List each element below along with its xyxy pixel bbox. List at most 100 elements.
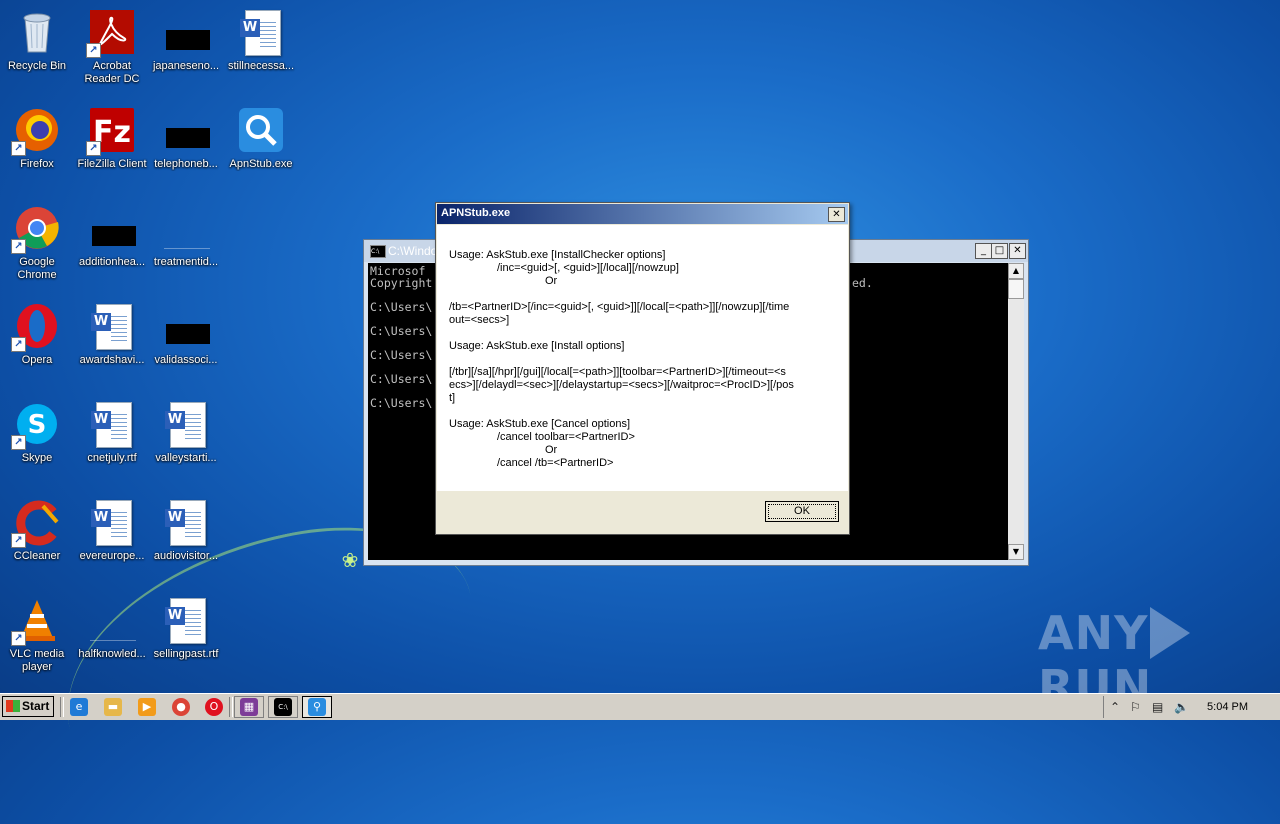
desktop-icon-halfknowled[interactable]: halfknowled... (75, 596, 149, 661)
shortcut-arrow-icon: ↗ (11, 141, 26, 156)
console-icon: C:\ (274, 698, 292, 716)
desktop-icon-treatmentid[interactable]: treatmentid... (149, 204, 223, 269)
desktop-icon-apnstub[interactable]: ApnStub.exe (224, 106, 298, 171)
desktop-icon-recycle-bin[interactable]: Recycle Bin (0, 8, 74, 73)
wallpaper-sprout: ❀ (341, 548, 359, 572)
close-button[interactable]: ✕ (1009, 243, 1026, 259)
skype-icon: S ↗ (11, 400, 61, 450)
action-center-flag-icon[interactable]: ⚐ (1130, 700, 1141, 714)
media-player-icon[interactable]: ▶ (138, 698, 156, 716)
scroll-thumb[interactable] (1008, 279, 1024, 299)
usage-line: /inc=<guid>[, <guid>][/local][/nowzup] (497, 262, 679, 274)
desktop-icon-stillnecessa[interactable]: W stillnecessa... (224, 8, 298, 73)
start-button[interactable]: Start (2, 696, 54, 717)
desktop-icon-label: Google Chrome (17, 256, 57, 281)
desktop-icon-evereurope[interactable]: W evereurope... (75, 498, 149, 563)
console-line: C:\Users\ (370, 396, 433, 410)
dialog-title: APNStub.exe (441, 207, 511, 219)
scroll-down-icon[interactable]: ▼ (1008, 544, 1024, 560)
firefox-icon: ↗ (11, 106, 61, 156)
network-icon[interactable]: ▤ (1152, 700, 1163, 714)
taskbar-separator (60, 697, 64, 717)
desktop-icon-label: additionhea... (78, 256, 146, 268)
filezilla-icon: Fz ↗ (86, 106, 136, 156)
volume-icon[interactable]: 🔈 (1174, 700, 1189, 714)
usage-line: /cancel /tb=<PartnerID> (497, 457, 614, 469)
desktop-icon-label: FileZilla Client (77, 158, 147, 170)
word-doc-icon: W (162, 400, 210, 448)
watermark-left: ANY (1038, 606, 1149, 660)
word-doc-icon: W (237, 8, 285, 56)
console-line: Copyright (370, 276, 433, 290)
desktop-icon-label: japaneseno... (152, 60, 220, 72)
desktop-icon-label: halfknowled... (78, 648, 146, 660)
vlc-icon: ↗ (11, 596, 61, 646)
desktop-icon-audiovisitor[interactable]: W audiovisitor... (149, 498, 223, 563)
desktop-icon-label: valleystarti... (155, 452, 217, 464)
desktop-icon-telephoneb[interactable]: telephoneb... (149, 106, 223, 171)
desktop-icon-label: Firefox (20, 158, 54, 170)
usage-line: Or (545, 275, 558, 287)
desktop-icon-sellingpast[interactable]: W sellingpast.rtf (149, 596, 223, 661)
opera-icon[interactable]: O (205, 698, 223, 716)
apnstub-dialog[interactable]: APNStub.exe ✕ Usage: AskStub.exe [Instal… (435, 202, 850, 535)
ie-icon[interactable]: e (70, 698, 88, 716)
shortcut-arrow-icon: ↗ (11, 631, 26, 646)
shortcut-arrow-icon: ↗ (11, 533, 26, 548)
shortcut-arrow-icon: ↗ (86, 43, 101, 58)
desktop-icon-skype[interactable]: S ↗ Skype (0, 400, 74, 465)
console-line: C:\Users\ (370, 300, 433, 314)
usage-line: /tb=<PartnerID>[/inc=<guid>[, <guid>]][/… (449, 301, 790, 313)
desktop-icon-chrome[interactable]: ↗ Google Chrome (0, 204, 74, 282)
desktop-icon-label: Recycle Bin (7, 60, 67, 72)
desktop-icon-vlc[interactable]: ↗ VLC media player (0, 596, 74, 674)
dialog-close-button[interactable]: ✕ (828, 207, 845, 222)
desktop-icon-label: sellingpast.rtf (153, 648, 219, 660)
show-hidden-icons[interactable]: ⌃ (1110, 700, 1120, 714)
taskbar: Start e ▬ ▶ ● O ▦ C:\ ⚲ ⌃ ⚐ ▤ 🔈 5:04 PM (0, 693, 1280, 720)
task-winrar[interactable]: ▦ (234, 696, 264, 718)
desktop-icon-valleystarti[interactable]: W valleystarti... (149, 400, 223, 465)
explorer-folder-icon[interactable]: ▬ (104, 698, 122, 716)
desktop-icon-label: ApnStub.exe (229, 158, 293, 170)
maximize-button[interactable]: □ (991, 243, 1008, 259)
desktop-icon-cnetjuly[interactable]: W cnetjuly.rtf (75, 400, 149, 465)
desktop-icon-ccleaner[interactable]: ↗ CCleaner (0, 498, 74, 563)
opera-icon: ↗ (11, 302, 61, 352)
console-title: C:\Windo (388, 244, 438, 258)
desktop-icon-filezilla[interactable]: Fz ↗ FileZilla Client (75, 106, 149, 171)
word-doc-icon: W (88, 400, 136, 448)
desktop-icon-label: stillnecessa... (227, 60, 295, 72)
desktop-icon-label: audiovisitor... (153, 550, 219, 562)
usage-line: ecs>][/delaydl=<sec>][/delaystartup=<sec… (449, 379, 794, 391)
desktop-icon-acrobat[interactable]: ↗ Acrobat Reader DC (75, 8, 149, 86)
usage-line: Usage: AskStub.exe [Cancel options] (449, 418, 630, 430)
desktop-icon-japaneseno[interactable]: japaneseno... (149, 8, 223, 73)
search-icon: ⚲ (308, 698, 326, 716)
scroll-up-icon[interactable]: ▲ (1008, 263, 1024, 279)
desktop-icon-additionhea[interactable]: additionhea... (75, 204, 149, 269)
ok-button[interactable]: OK (765, 501, 839, 522)
desktop-icon-label: Opera (21, 354, 53, 366)
recycle-bin-icon (13, 8, 61, 56)
usage-line: [/tbr][/sa][/hpr][/gui][/local[=<path>]]… (449, 366, 786, 378)
clock[interactable]: 5:04 PM (1207, 701, 1248, 713)
console-scrollbar[interactable]: ▲ ▼ (1008, 263, 1024, 560)
task-apnstub[interactable]: ⚲ (302, 696, 332, 718)
usage-line: Or (545, 444, 558, 456)
desktop-icon-label: cnetjuly.rtf (87, 452, 137, 464)
desktop-icon-label: telephoneb... (154, 158, 218, 170)
desktop-icon-opera[interactable]: ↗ Opera (0, 302, 74, 367)
desktop-icon-awardshavi[interactable]: W awardshavi... (75, 302, 149, 367)
usage-line: /cancel toolbar=<PartnerID> (497, 431, 635, 443)
minimize-button[interactable]: _ (975, 243, 992, 259)
winrar-icon: ▦ (240, 698, 258, 716)
chrome-icon[interactable]: ● (172, 698, 190, 716)
system-tray: ⌃ ⚐ ▤ 🔈 5:04 PM (1103, 696, 1280, 718)
console-line: C:\Users\ (370, 348, 433, 362)
task-console[interactable]: C:\ (268, 696, 298, 718)
desktop-icon-firefox[interactable]: ↗ Firefox (0, 106, 74, 171)
desktop-icon-validassoci[interactable]: validassoci... (149, 302, 223, 367)
dialog-title-bar[interactable]: APNStub.exe ✕ (437, 204, 848, 224)
console-line: C:\Users\ (370, 372, 433, 386)
